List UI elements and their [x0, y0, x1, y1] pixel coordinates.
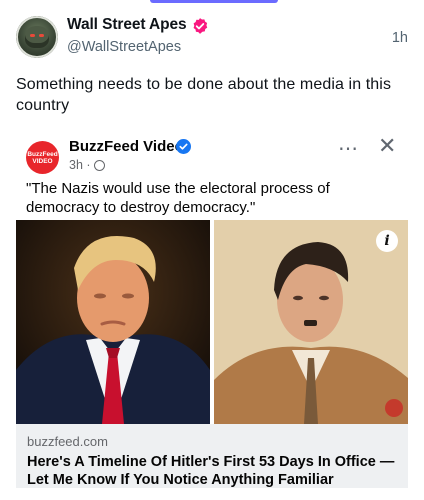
page-post-meta: 3h ·	[69, 158, 106, 172]
link-title[interactable]: Here's A Timeline Of Hitler's First 53 D…	[27, 453, 399, 489]
globe-icon	[94, 160, 106, 171]
author-name[interactable]: Wall Street Apes	[67, 16, 187, 34]
photo-right[interactable]: i	[214, 220, 408, 424]
more-options-icon[interactable]: ⋯	[338, 136, 359, 161]
buzzfeed-video-logo[interactable]: BuzzFeed VIDEO	[26, 141, 59, 174]
page-post-time: 3h ·	[69, 158, 91, 172]
post-text: Something needs to be done about the med…	[16, 76, 392, 114]
photo-left[interactable]	[16, 220, 210, 424]
info-icon[interactable]: i	[376, 230, 398, 252]
page-verified-icon	[176, 139, 191, 154]
link-preview[interactable]: buzzfeed.com Here's A Timeline Of Hitler…	[16, 424, 408, 488]
avatar-ring	[16, 16, 58, 58]
avatar[interactable]	[16, 16, 58, 58]
verified-badge-icon	[193, 18, 208, 34]
author-handle[interactable]: @WallStreetApes	[67, 39, 181, 55]
portrait-left-illustration	[16, 220, 210, 424]
close-icon[interactable]: ✕	[378, 133, 396, 159]
page-name[interactable]: BuzzFeed Video	[69, 138, 184, 155]
link-domain: buzzfeed.com	[27, 434, 108, 449]
post-timestamp[interactable]: 1h	[392, 30, 408, 46]
portrait-right-illustration	[214, 220, 408, 424]
top-accent-bar	[150, 0, 278, 3]
post-header: Wall Street Apes @WallStreetApes 1h	[16, 16, 408, 62]
embedded-quote-text: "The Nazis would use the electoral proce…	[26, 180, 330, 216]
embedded-facebook-post[interactable]: BuzzFeed VIDEO BuzzFeed Video 3h · ⋯ ✕ "…	[16, 126, 408, 500]
